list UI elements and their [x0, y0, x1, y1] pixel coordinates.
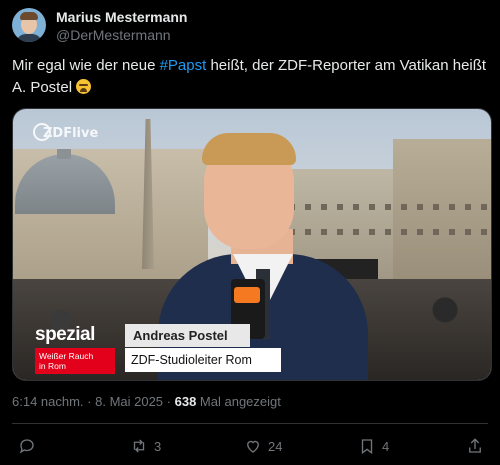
tweet-time[interactable]: 6:14 nachm.: [12, 394, 84, 409]
like-count: 24: [268, 438, 283, 454]
avatar[interactable]: [12, 8, 46, 42]
author-handle[interactable]: @DerMestermann: [56, 27, 171, 43]
reply-button[interactable]: [18, 437, 36, 455]
tweet-date[interactable]: 8. Mai 2025: [95, 394, 163, 409]
bookmark-button[interactable]: 4: [358, 437, 389, 455]
like-button[interactable]: 24: [244, 437, 282, 455]
tweet-video[interactable]: ZDFlive spezial Weißer Rauch in Rom Andr…: [12, 108, 492, 381]
share-icon: [469, 438, 481, 453]
spezial-label: spezial: [35, 324, 95, 345]
bookmark-count: 4: [382, 438, 390, 454]
view-count: 638: [174, 394, 197, 409]
tweet-text-before: Mir egal wie der neue: [12, 57, 160, 74]
share-button[interactable]: [466, 437, 484, 455]
retweet-icon: [133, 439, 145, 453]
reporter-name-caption: Andreas Postel: [125, 324, 250, 347]
action-bar: 3 24 4: [0, 430, 500, 460]
reporter-title-caption: ZDF-Studioleiter Rom: [125, 348, 281, 372]
bookmark-icon: [361, 439, 373, 455]
hashtag-link[interactable]: #Papst: [160, 57, 207, 74]
retweet-button[interactable]: 3: [130, 437, 161, 455]
red-caption: Weißer Rauch in Rom: [35, 348, 115, 374]
retweet-count: 3: [154, 438, 162, 454]
tweet-meta: 6:14 nachm. · 8. Mai 2025 · 638 Mal ange…: [12, 394, 281, 409]
author-name[interactable]: Marius Mestermann: [56, 9, 187, 25]
crying-laughing-emoji-icon: [76, 79, 92, 94]
channel-logo: ZDFlive: [33, 123, 98, 141]
tweet-text: Mir egal wie der neue #Papst heißt, der …: [12, 55, 490, 99]
divider: [12, 423, 488, 424]
reply-icon: [19, 439, 34, 454]
heart-icon: [247, 440, 259, 453]
